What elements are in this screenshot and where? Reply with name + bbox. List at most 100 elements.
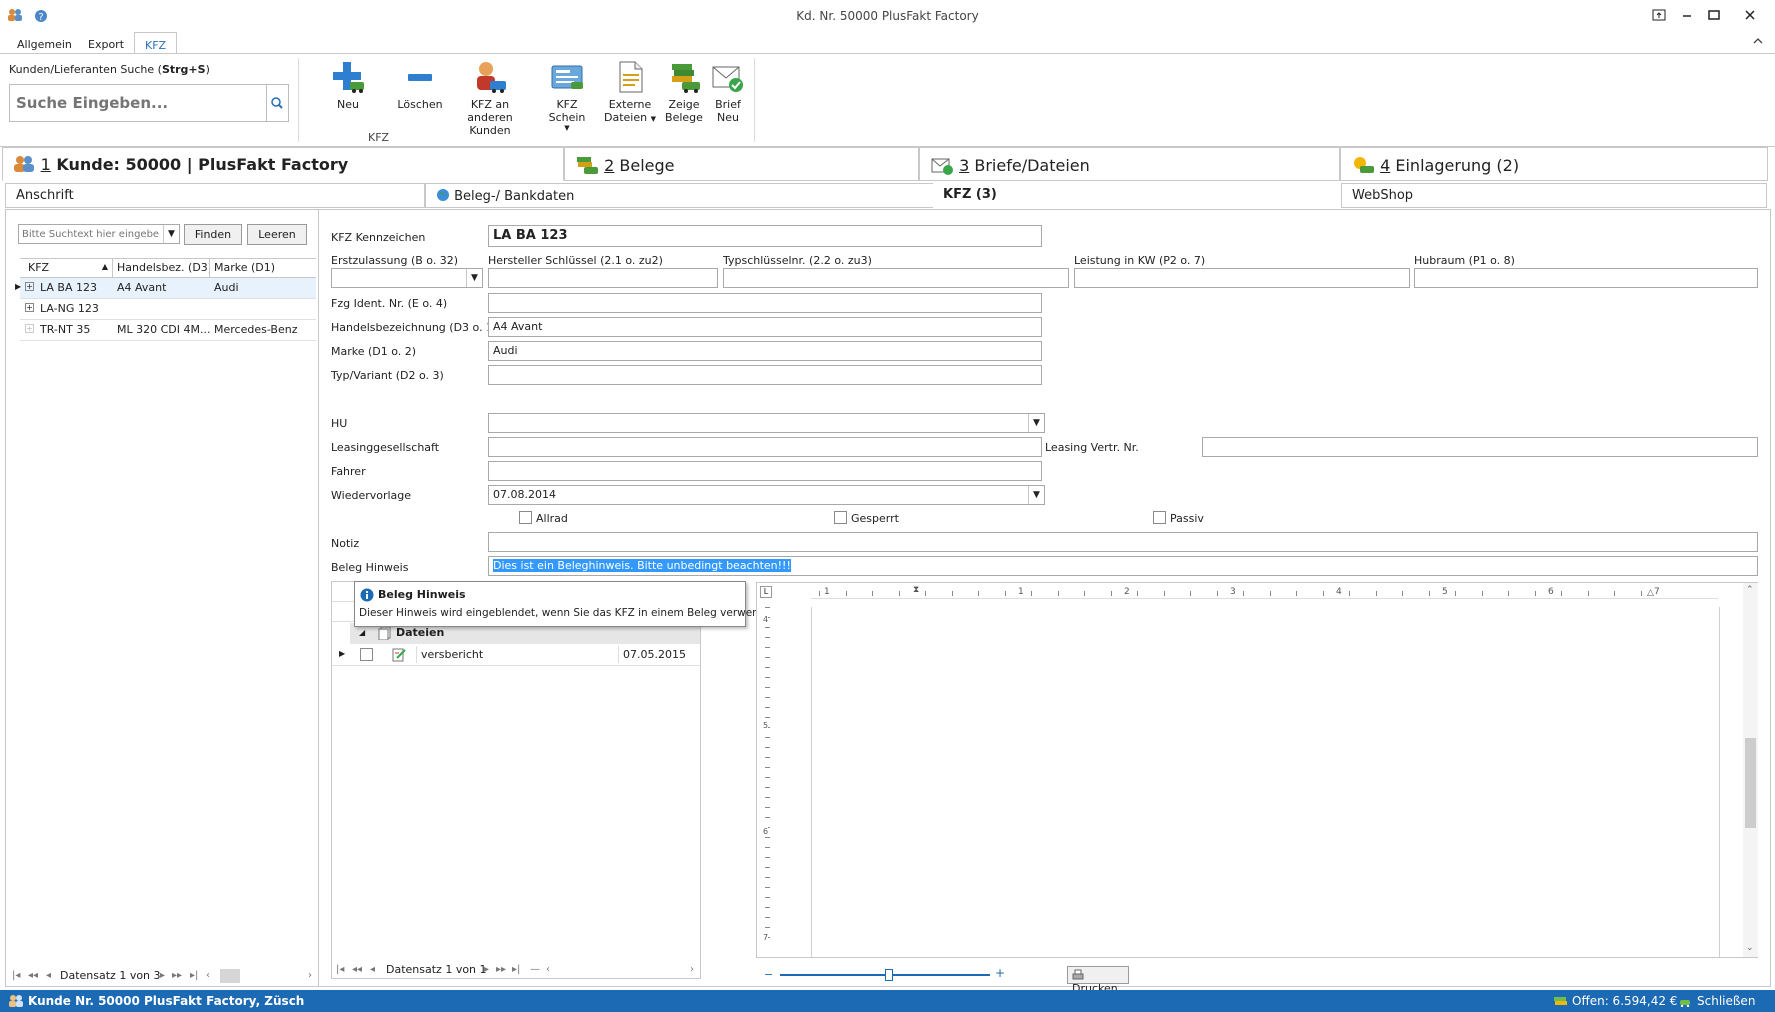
leasing-vertr-field[interactable] <box>1202 437 1758 457</box>
scroll-left-icon[interactable]: ‹ <box>546 964 550 975</box>
passiv-checkbox[interactable] <box>1153 511 1166 524</box>
tab-einlagerung[interactable]: 4 Einlagerung (2) <box>1340 147 1768 181</box>
find-button[interactable]: Finden <box>184 224 242 245</box>
fahrer-field[interactable] <box>488 461 1042 481</box>
expand-icon[interactable]: + <box>25 324 34 333</box>
subtab-webshop[interactable]: WebShop <box>1341 183 1767 208</box>
notiz-field[interactable] <box>488 532 1758 552</box>
fzg-field[interactable] <box>488 293 1042 313</box>
prev-record-icon[interactable]: ◂ <box>370 964 375 975</box>
indent-marker[interactable]: ⧗ <box>913 585 919 595</box>
column-header-marke[interactable]: Marke (D1) <box>210 259 316 278</box>
handelsbez-field[interactable]: A4 Avant <box>488 317 1042 337</box>
column-header-kfz[interactable]: KFZ ▲ <box>24 259 113 278</box>
column-header-handelsbez[interactable]: Handelsbez. (D3) <box>113 259 210 278</box>
subtab-anschrift[interactable]: Anschrift <box>5 183 425 208</box>
beleg-hinweis-field[interactable]: Dies ist ein Beleghinweis. Bitte unbedin… <box>488 556 1758 576</box>
scroll-thumb[interactable] <box>1745 738 1756 828</box>
subtab-beleg-bankdaten[interactable]: Beleg-/ Bankdaten <box>425 183 995 208</box>
maximize-icon[interactable] <box>1703 6 1725 26</box>
vehicle-search-combo[interactable]: ▼ <box>18 224 180 244</box>
vehicle-search-input[interactable] <box>19 225 163 243</box>
editor-page[interactable] <box>811 607 1720 957</box>
tab-export[interactable]: Export <box>78 32 134 54</box>
last-record-icon[interactable]: ▸| <box>190 970 198 981</box>
prev-record-icon[interactable]: ◂ <box>46 970 51 981</box>
next-page-icon[interactable]: ▸▸ <box>172 970 182 981</box>
kennzeichen-field[interactable]: LA BA 123 <box>488 225 1042 247</box>
minimize-icon[interactable] <box>1676 6 1698 26</box>
kfz-to-other-customer-button[interactable]: KFZ an anderen Kunden <box>450 60 530 137</box>
zoom-slider-thumb[interactable] <box>885 969 893 981</box>
close-icon[interactable] <box>1739 6 1761 26</box>
next-record-icon[interactable]: ▸ <box>160 970 165 981</box>
right-indent-marker[interactable]: △ <box>1647 588 1654 598</box>
tab-belege[interactable]: 2 Belege <box>564 147 919 181</box>
scroll-down-icon[interactable]: ⌄ <box>1746 943 1754 953</box>
show-documents-button[interactable]: Zeige Belege <box>664 60 704 124</box>
next-record-icon[interactable]: ▸ <box>484 964 489 975</box>
search-button[interactable] <box>266 84 289 122</box>
external-files-button[interactable]: Externe Dateien ▼ <box>604 60 656 124</box>
delete-button[interactable]: Löschen <box>396 60 444 111</box>
hu-combo[interactable]: ▼ <box>488 413 1045 433</box>
chevron-down-icon[interactable]: ▼ <box>1028 486 1044 504</box>
expand-icon[interactable]: + <box>25 282 34 291</box>
typ-field[interactable] <box>488 365 1042 385</box>
chevron-down-icon[interactable]: ▼ <box>466 269 482 287</box>
expand-icon[interactable]: + <box>25 303 34 312</box>
scroll-up-icon[interactable]: ⌃ <box>1746 585 1754 595</box>
first-record-icon[interactable]: |◂ <box>12 970 20 981</box>
chevron-down-icon[interactable]: ▼ <box>1028 414 1044 432</box>
leistung-field[interactable] <box>1074 268 1410 288</box>
hubraum-field[interactable] <box>1414 268 1758 288</box>
last-record-icon[interactable]: ▸| <box>512 964 520 975</box>
vertical-scrollbar[interactable]: ⌃ ⌄ <box>1743 583 1758 957</box>
kfz-schein-button[interactable]: KFZ Schein ▼ <box>538 60 596 132</box>
restore-icon[interactable] <box>1648 6 1670 26</box>
print-button[interactable]: Drucken <box>1067 966 1129 995</box>
zoom-slider[interactable] <box>780 969 990 981</box>
erstzulassung-date-field[interactable]: ▼ <box>331 268 483 288</box>
scroll-right-icon[interactable]: › <box>308 970 312 981</box>
tab-kunde[interactable]: 1 Kunde: 50000 | PlusFakt Factory <box>2 147 564 181</box>
prev-page-icon[interactable]: ◂◂ <box>28 970 38 981</box>
chevron-down-icon[interactable]: ▼ <box>163 225 179 243</box>
zoom-in-icon[interactable]: + <box>995 966 1005 980</box>
horizontal-scrollbar[interactable] <box>220 969 240 983</box>
gesperrt-checkbox[interactable] <box>834 511 847 524</box>
scroll-left-icon[interactable]: ‹ <box>206 970 210 981</box>
new-letter-button[interactable]: Brief Neu <box>710 60 746 124</box>
prev-page-icon[interactable]: ◂◂ <box>352 964 362 975</box>
marke-field[interactable]: Audi <box>488 341 1042 361</box>
first-record-icon[interactable]: |◂ <box>336 964 344 975</box>
delete-record-icon[interactable]: — <box>530 964 540 975</box>
subtab-kfz[interactable]: KFZ (3) <box>933 183 1345 208</box>
collapse-group-icon[interactable]: ◢ <box>359 628 365 637</box>
typschluessel-field[interactable] <box>723 268 1069 288</box>
ruler-tick <box>765 877 770 878</box>
wiedervorlage-date-field[interactable]: 07.08.2014 ▼ <box>488 485 1045 505</box>
table-row[interactable]: ▶ versbericht 07.05.2015 <box>332 644 700 666</box>
status-close-button[interactable]: Schließen <box>1697 994 1755 1008</box>
tab-kfz[interactable]: KFZ <box>134 32 178 54</box>
next-page-icon[interactable]: ▸▸ <box>496 964 506 975</box>
hersteller-field[interactable] <box>488 268 718 288</box>
table-row[interactable]: ▶ + LA BA 123 A4 Avant Audi <box>15 278 316 299</box>
new-button[interactable]: Neu <box>326 60 370 111</box>
tab-allgemein[interactable]: Allgemein <box>7 32 82 54</box>
clear-button[interactable]: Leeren <box>247 224 307 245</box>
tab-briefe-dateien[interactable]: 3 Briefe/Dateien <box>919 147 1340 181</box>
leasing-field[interactable] <box>488 437 1042 457</box>
file-select-checkbox[interactable] <box>360 648 373 661</box>
customer-search-input[interactable] <box>9 84 267 122</box>
zoom-out-icon[interactable]: − <box>764 968 773 981</box>
table-row[interactable]: + LA-NG 123 <box>20 299 316 320</box>
collapse-ribbon-icon[interactable] <box>1752 36 1764 46</box>
rich-text-editor[interactable]: L 1 1 2 3 4 5 6 7 ⧗ △ 4 5 6 7 ⌃ ⌄ <box>756 582 1758 958</box>
scroll-right-icon[interactable]: › <box>690 964 694 975</box>
ruler-tick <box>1640 591 1642 596</box>
tab-stop-icon[interactable]: L <box>760 586 772 598</box>
table-row[interactable]: + TR-NT 35 ML 320 CDI 4M... Mercedes-Ben… <box>20 320 316 341</box>
allrad-checkbox[interactable] <box>519 511 532 524</box>
